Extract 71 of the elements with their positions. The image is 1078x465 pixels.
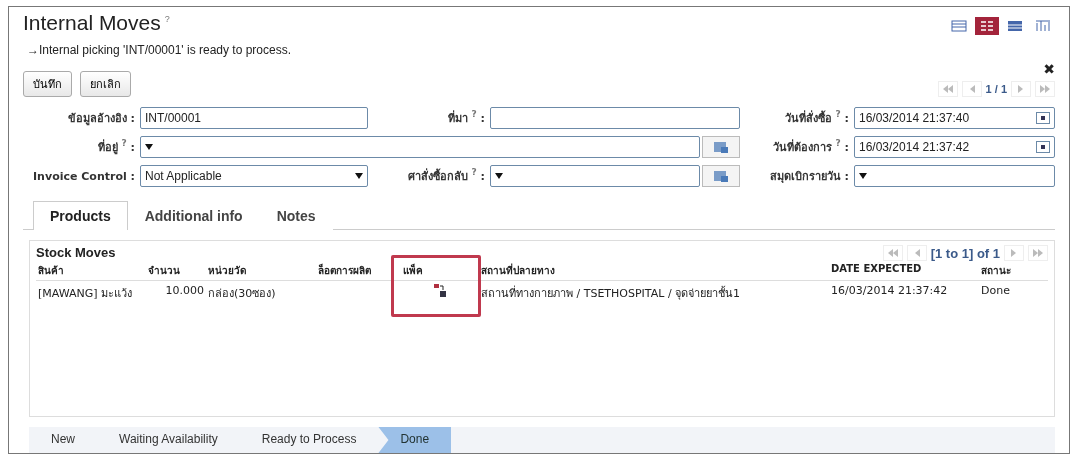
previous-page-button[interactable] (961, 81, 982, 97)
graph-view-icon (1035, 20, 1051, 32)
status-step: Ready to Process (239, 427, 379, 453)
folder-icon (713, 140, 729, 154)
status-step: New (29, 427, 97, 453)
column-header: สินค้า (36, 261, 146, 281)
column-header: DATE EXPECTED (829, 261, 979, 281)
close-button[interactable]: ✖ (1043, 61, 1055, 77)
status-step: Waiting Availability (97, 427, 240, 453)
column-header: จำนวน (146, 261, 206, 281)
column-header: ล็อตการผลิต (316, 261, 401, 281)
status-message: →Internal picking 'INT/00001' is ready to process. (27, 43, 293, 57)
field-label: Invoice Control : (32, 169, 135, 183)
section-title: Stock Moves (36, 245, 116, 261)
open-record-button[interactable] (702, 136, 740, 158)
last-page-button[interactable] (1028, 245, 1048, 261)
select-field[interactable]: Not Applicable (140, 165, 368, 187)
tab[interactable]: Products (33, 201, 128, 230)
field-label: สมุดเบิกรายวัน : (768, 169, 849, 185)
caret-icon (495, 173, 503, 179)
cancel-button[interactable]: ยกเลิก (80, 71, 131, 97)
first-icon (942, 85, 953, 93)
text-field[interactable]: INT/00001 (140, 107, 368, 129)
view-switch-button[interactable] (975, 17, 999, 35)
table-cell-text: 16/03/2014 21:37:42 (830, 283, 949, 299)
page-title: Internal Moves $^{?}$ (23, 11, 170, 35)
field-label: ที่มา $^{?}$ : (446, 109, 485, 127)
caret-icon (145, 144, 153, 150)
calendar-view-icon (1007, 20, 1023, 32)
package-icon[interactable] (434, 284, 446, 298)
column-header: สถานที่ปลายทาง (479, 261, 829, 281)
select-field[interactable] (490, 165, 700, 187)
text-field[interactable] (490, 107, 740, 129)
last-icon (1033, 249, 1043, 257)
last-icon (1040, 85, 1050, 93)
caret-icon (355, 173, 363, 179)
status-step: Done (378, 427, 452, 453)
table-cell-text: [MAWANG] มะแว้ง (37, 286, 134, 302)
last-page-button[interactable] (1035, 81, 1055, 97)
table-cell-text: กล่อง(30ซอง) (207, 286, 277, 302)
table-cell-text: สถานที่ทางกายภาพ / TSETHOSPITAL / จุดจ่ายยาชั้น1 (480, 284, 742, 302)
date-field[interactable]: 16/03/2014 21:37:42 (854, 136, 1055, 158)
first-page-button[interactable] (937, 81, 958, 97)
save-button[interactable]: บันทึก (23, 71, 72, 97)
pager-text: [1 to 1] of 1 (930, 245, 1000, 261)
column-header: หน่วยวัด (206, 261, 316, 281)
first-icon (887, 249, 898, 257)
field-label: วันที่ต้องการ $^{?}$ : (771, 138, 849, 156)
folder-icon (713, 169, 729, 183)
column-header: สถานะ (979, 261, 1048, 281)
open-record-button[interactable] (702, 165, 740, 187)
calendar-icon (1036, 112, 1050, 124)
first-page-button[interactable] (882, 245, 903, 261)
field-label: วันที่สั่งซื้อ $^{?}$ : (783, 109, 849, 127)
next-page-button[interactable] (1011, 81, 1031, 97)
field-label: ที่อยู่ $^{?}$ : (96, 138, 135, 156)
next-page-button[interactable] (1004, 245, 1024, 261)
field-label: ข้อมูลอ้างอิง : (66, 111, 135, 127)
table-cell-text: 10.000 (164, 283, 205, 299)
date-field[interactable]: 16/03/2014 21:37:40 (854, 107, 1055, 129)
select-field[interactable] (854, 165, 1055, 187)
column-header: แพ็ค (401, 261, 479, 281)
table-cell-text: Done (980, 283, 1011, 299)
caret-icon (859, 173, 867, 179)
list-view-icon (951, 20, 967, 32)
form-view-icon (979, 20, 995, 32)
pager-text: 1 / 1 (985, 83, 1007, 95)
select-field[interactable] (140, 136, 700, 158)
field-label: ศาสั่งซื้อกลับ $^{?}$ : (406, 167, 485, 185)
calendar-icon (1036, 141, 1050, 153)
previous-page-button[interactable] (906, 245, 927, 261)
